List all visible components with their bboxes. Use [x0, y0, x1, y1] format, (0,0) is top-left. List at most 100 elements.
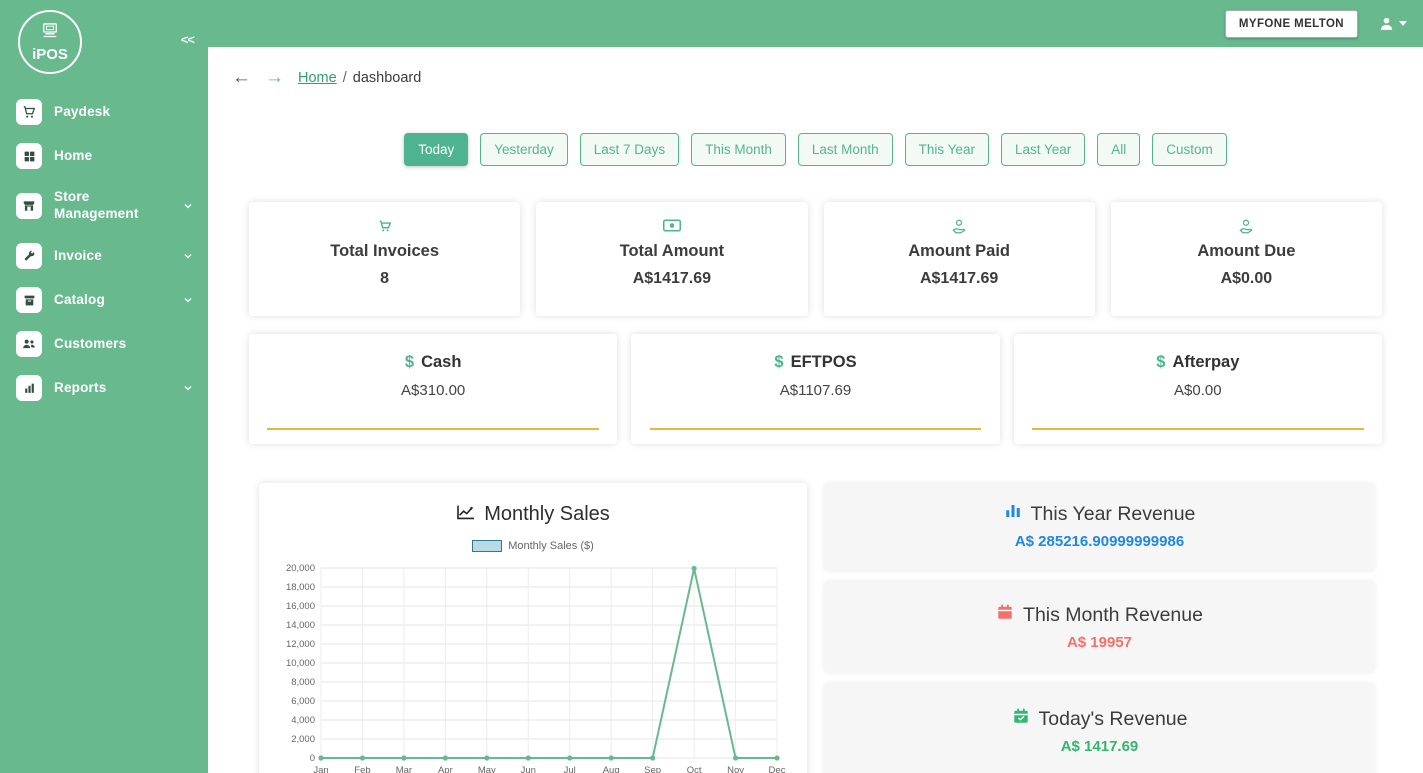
filter-last-7-days-button[interactable]: Last 7 Days — [580, 133, 679, 166]
sidebar-nav: Paydesk Home Store Management Invoice — [0, 90, 208, 410]
payment-title: $EFTPOS — [631, 353, 999, 372]
svg-text:Sep: Sep — [644, 765, 661, 773]
revenue-value: A$ 285216.90999999986 — [824, 533, 1375, 550]
accent-underline — [1032, 428, 1364, 430]
chevron-down-icon — [182, 382, 194, 394]
sidebar-item-paydesk[interactable]: Paydesk — [0, 90, 208, 134]
sidebar-item-catalog[interactable]: Catalog — [0, 278, 208, 322]
filter-this-year-button[interactable]: This Year — [905, 133, 989, 166]
hand-coin-icon — [1111, 219, 1382, 235]
accent-underline — [267, 428, 599, 430]
filter-last-month-button[interactable]: Last Month — [798, 133, 893, 166]
store-icon — [16, 193, 42, 219]
filter-this-month-button[interactable]: This Month — [691, 133, 786, 166]
svg-text:Dec: Dec — [769, 765, 786, 773]
sidebar: iPOS << Paydesk Home Store Management — [0, 0, 208, 773]
eftpos-card: $EFTPOS A$1107.69 — [631, 334, 999, 444]
sidebar-collapse-button[interactable]: << — [181, 32, 194, 47]
breadcrumb-current: dashboard — [353, 70, 422, 86]
total-amount-card: Total Amount A$1417.69 — [536, 202, 807, 316]
cash-card: $Cash A$310.00 — [249, 334, 617, 444]
svg-text:14,000: 14,000 — [286, 620, 315, 631]
stat-title: Amount Due — [1111, 242, 1382, 261]
payments-row: $Cash A$310.00 $EFTPOS A$1107.69 $Afterp… — [208, 334, 1423, 444]
filter-last-year-button[interactable]: Last Year — [1001, 133, 1085, 166]
back-arrow-icon[interactable]: ← — [232, 67, 251, 89]
chart-title: Monthly Sales — [275, 503, 791, 526]
bottom-section: Monthly Sales Monthly Sales ($) 02,0004,… — [208, 483, 1423, 773]
user-menu-button[interactable] — [1378, 15, 1407, 32]
filter-custom-button[interactable]: Custom — [1152, 133, 1227, 166]
sidebar-item-label: Catalog — [54, 292, 105, 309]
topbar: MYFONE MELTON — [0, 0, 1423, 47]
svg-text:Feb: Feb — [354, 765, 370, 773]
sidebar-item-label: Reports — [54, 380, 106, 397]
svg-text:Mar: Mar — [396, 765, 412, 773]
stat-title: Total Invoices — [249, 242, 520, 261]
sidebar-item-label: Customers — [54, 336, 126, 353]
svg-text:6,000: 6,000 — [291, 696, 315, 707]
afterpay-card: $Afterpay A$0.00 — [1014, 334, 1382, 444]
revenue-value: A$ 19957 — [824, 634, 1375, 651]
payment-value: A$0.00 — [1014, 382, 1382, 399]
filter-today-button[interactable]: Today — [404, 133, 468, 166]
dollar-icon: $ — [1156, 353, 1165, 371]
svg-text:4,000: 4,000 — [291, 715, 315, 726]
sidebar-item-home[interactable]: Home — [0, 134, 208, 178]
forward-arrow-icon[interactable]: → — [265, 67, 284, 89]
sidebar-item-store-management[interactable]: Store Management — [0, 178, 208, 234]
wrench-icon — [16, 243, 42, 269]
stats-row: Total Invoices 8 Total Amount A$1417.69 … — [208, 202, 1423, 316]
line-chart-icon — [456, 503, 476, 526]
sidebar-item-label: Store Management — [54, 189, 158, 223]
sidebar-item-invoice[interactable]: Invoice — [0, 234, 208, 278]
main-content: ← → Home / dashboard Today Yesterday Las… — [208, 0, 1423, 773]
date-filter-group: Today Yesterday Last 7 Days This Month L… — [208, 133, 1423, 166]
svg-text:Nov: Nov — [727, 765, 744, 773]
stat-value: A$1417.69 — [536, 270, 807, 288]
stat-title: Amount Paid — [824, 242, 1095, 261]
app-logo[interactable]: iPOS — [18, 10, 82, 74]
stat-value: 8 — [249, 270, 520, 288]
box-icon — [16, 287, 42, 313]
svg-text:Jan: Jan — [313, 765, 328, 773]
accent-underline — [650, 428, 982, 430]
monthly-sales-chart: 02,0004,0006,0008,00010,00012,00014,0001… — [275, 560, 791, 773]
this-year-revenue-card: This Year Revenue A$ 285216.90999999986 — [824, 483, 1375, 571]
user-icon — [1378, 15, 1395, 32]
pos-terminal-icon — [39, 23, 61, 46]
breadcrumb-home-link[interactable]: Home — [298, 70, 337, 86]
svg-text:0: 0 — [310, 753, 315, 764]
revenue-title: This Year Revenue — [824, 502, 1375, 526]
dollar-icon: $ — [774, 353, 783, 371]
total-invoices-card: Total Invoices 8 — [249, 202, 520, 316]
amount-due-card: Amount Due A$0.00 — [1111, 202, 1382, 316]
legend-label: Monthly Sales ($) — [508, 540, 594, 552]
calendar-icon — [996, 603, 1014, 627]
store-button[interactable]: MYFONE MELTON — [1225, 10, 1358, 38]
calendar-check-icon — [1012, 707, 1030, 731]
users-icon — [16, 331, 42, 357]
sidebar-item-customers[interactable]: Customers — [0, 322, 208, 366]
payment-value: A$310.00 — [249, 382, 617, 399]
dollar-icon: $ — [405, 353, 414, 371]
svg-text:16,000: 16,000 — [286, 601, 315, 612]
svg-text:18,000: 18,000 — [286, 582, 315, 593]
this-month-revenue-card: This Month Revenue A$ 19957 — [824, 581, 1375, 673]
filter-all-button[interactable]: All — [1097, 133, 1140, 166]
filter-yesterday-button[interactable]: Yesterday — [480, 133, 568, 166]
svg-text:Jun: Jun — [521, 765, 536, 773]
logo-text: iPOS — [32, 47, 68, 62]
svg-text:Oct: Oct — [687, 765, 702, 773]
chevron-down-icon — [182, 294, 194, 306]
chart-legend: Monthly Sales ($) — [275, 540, 791, 552]
stat-value: A$1417.69 — [824, 270, 1095, 288]
svg-text:8,000: 8,000 — [291, 677, 315, 688]
revenue-title: This Month Revenue — [824, 603, 1375, 627]
revenue-title: Today's Revenue — [824, 707, 1375, 731]
chevron-down-icon — [182, 250, 194, 262]
chart-title-text: Monthly Sales — [484, 503, 610, 526]
stat-title: Total Amount — [536, 242, 807, 261]
sidebar-item-reports[interactable]: Reports — [0, 366, 208, 410]
breadcrumb-separator: / — [343, 70, 347, 86]
